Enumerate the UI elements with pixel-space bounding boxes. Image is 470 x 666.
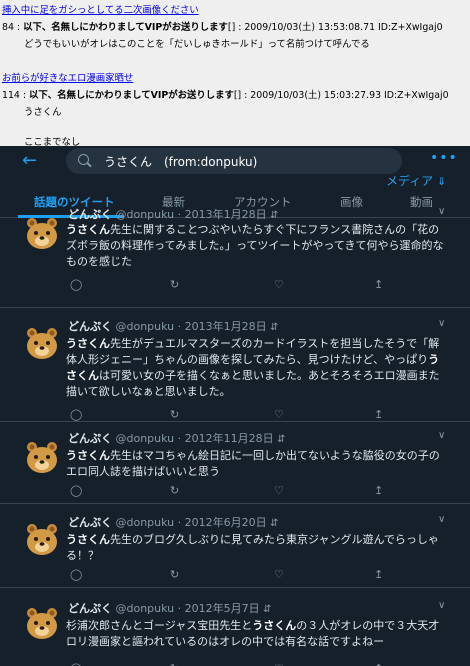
retweet-indicator-icon: ⇵ [263, 604, 272, 615]
author-handle[interactable]: @donpuku [116, 602, 175, 615]
reply-icon[interactable]: ◯ [70, 408, 82, 421]
share-icon[interactable]: ↥ [374, 484, 383, 497]
like-icon[interactable]: ♡ [274, 408, 284, 421]
reply-icon[interactable]: ◯ [70, 278, 82, 291]
author-handle[interactable]: @donpuku [116, 208, 175, 221]
tweet-actions: ◯ ↻ ♡ ↥ [0, 662, 470, 666]
post-number[interactable]: 84 [2, 22, 14, 33]
tab-videos[interactable]: 動画 [410, 194, 433, 210]
author-name[interactable]: どんぷく [68, 602, 112, 615]
tweet[interactable]: どんぷく @donpuku · 2012年6月20日 ⇵ ∨ うさくん先生のブログ久… [0, 504, 470, 588]
post-body-line: うさくん [24, 107, 62, 118]
bear-avatar-icon[interactable] [24, 440, 60, 476]
retweet-indicator-icon: ⇵ [277, 434, 286, 445]
back-arrow-icon[interactable]: ← [22, 150, 37, 171]
post-name: 以下、名無しにかわりましてVIPがお送りします [29, 90, 234, 101]
author-name[interactable]: どんぷく [68, 516, 112, 529]
tweet-text: うさくん先生に関することつぶやいたらすぐ下にフランス書院さんの「花のズボラ飯の料… [66, 223, 444, 268]
post-body-blank [0, 118, 470, 128]
tweet[interactable]: どんぷく @donpuku · 2012年11月28日 ⇵ ∨ うさくん先生はマコち… [0, 422, 470, 504]
retweet-icon[interactable]: ↻ [170, 568, 179, 581]
author-handle[interactable]: @donpuku [116, 516, 175, 529]
post-meta: [] : 2009/10/03(土) 13:53:08.71 ID:Z+XwIg… [227, 22, 443, 33]
bear-avatar-icon[interactable] [24, 522, 60, 558]
tweet-actions: ◯ ↻ ♡ ↥ [0, 408, 470, 422]
author-name[interactable]: どんぷく [68, 320, 112, 333]
tweet-header: どんぷく @donpuku · 2012年6月20日 ⇵ [68, 514, 279, 530]
post-header: 114 : 以下、名無しにかわりましてVIPがお送りします[] : 2009/1… [0, 87, 470, 101]
tweet-date[interactable]: · 2012年11月28日 [178, 432, 274, 445]
media-label: メディア [386, 174, 434, 188]
tweet-text: 杉浦次郎さんとゴージャス宝田先生とうさくんの３人がオレの中で３大天才ロリ漫画家と… [66, 619, 440, 648]
post-body-line: どうでもいいがオレはこのことを「だいしゅきホールド」って名前つけて呼んでる [24, 39, 370, 50]
retweet-indicator-icon: ⇵ [270, 518, 279, 529]
author-name[interactable]: どんぷく [68, 432, 112, 445]
like-icon[interactable]: ♡ [274, 278, 284, 291]
post-header: 84 : 以下、名無しにかわりましてVIPがお送りします[] : 2009/10… [0, 19, 470, 33]
bear-avatar-icon[interactable] [24, 326, 60, 362]
author-handle[interactable]: @donpuku [116, 432, 175, 445]
bear-avatar-icon[interactable] [24, 606, 60, 642]
post-meta: [] : 2009/10/03(土) 15:03:27.93 ID:Z+XwIg… [233, 90, 449, 101]
tweet-date[interactable]: · 2013年1月28日 [178, 320, 267, 333]
chevron-down-icon[interactable]: ∨ [438, 430, 445, 441]
retweet-icon[interactable]: ↻ [170, 484, 179, 497]
post-name: 以下、名無しにかわりましてVIPがお送りします [23, 22, 228, 33]
share-icon[interactable]: ↥ [374, 568, 383, 581]
thread-link-mid[interactable]: お前らが好きなエロ漫画家晒せ [0, 70, 470, 84]
forum-thread: 挿入中に足をガシっとしてる二次画像ください 84 : 以下、名無しにかわりまして… [0, 0, 470, 146]
chevron-down-icon[interactable]: ∨ [438, 600, 445, 611]
download-arrow-icon: ⇓ [437, 175, 447, 188]
tweet[interactable]: どんぷく @donpuku · 2012年5月7日 ⇵ ∨ 杉浦次郎さんとゴージャス… [0, 588, 470, 666]
author-handle[interactable]: @donpuku [116, 320, 175, 333]
tweet-date[interactable]: · 2013年1月28日 [178, 208, 267, 221]
search-icon [78, 154, 89, 165]
tweet-actions: ◯ ↻ ♡ ↥ [0, 278, 470, 292]
tweet-text: うさくん先生がデュエルマスターズのカードイラストを担当したそうで「解体人形ジェニ… [66, 337, 440, 398]
tweet-header: どんぷく @donpuku · 2013年1月28日 ⇵ [68, 318, 279, 334]
retweet-icon[interactable]: ↻ [170, 278, 179, 291]
reply-icon[interactable]: ◯ [70, 484, 82, 497]
share-icon[interactable]: ↥ [374, 662, 383, 666]
like-icon[interactable]: ♡ [274, 662, 284, 666]
tweet-actions: ◯ ↻ ♡ ↥ [0, 484, 470, 498]
thread-link-top[interactable]: 挿入中に足をガシっとしてる二次画像ください [0, 2, 470, 16]
tweet[interactable]: どんぷく @donpuku · 2013年1月28日 ⇵ ∨ うさくん先生がデュエル… [0, 308, 470, 422]
tweet-date[interactable]: · 2012年5月7日 [178, 602, 260, 615]
post-sep: : [19, 90, 30, 101]
tweet-header: どんぷく @donpuku · 2012年5月7日 ⇵ [68, 600, 272, 616]
media-filter[interactable]: メディア ⇓ [386, 172, 446, 189]
post-body-line: ここまでなし [24, 137, 81, 146]
like-icon[interactable]: ♡ [274, 568, 284, 581]
retweet-icon[interactable]: ↻ [170, 662, 179, 666]
author-name[interactable]: どんぷく [68, 208, 112, 221]
tweet-text: うさくん先生はマコちゃん絵日記に一回しか出てないような脇役の女の子のエロ同人誌を… [66, 449, 440, 478]
chevron-down-icon[interactable]: ∨ [438, 514, 445, 525]
tweet-header: どんぷく @donpuku · 2013年1月28日 ⇵ [68, 206, 279, 222]
tab-photos[interactable]: 画像 [340, 194, 363, 210]
search-bar[interactable]: うさくん (from:donpuku) [66, 148, 402, 174]
reply-icon[interactable]: ◯ [70, 568, 82, 581]
twitter-app: ← うさくん (from:donpuku) ••• メディア ⇓ 話題のツイート… [0, 146, 470, 666]
share-icon[interactable]: ↥ [374, 278, 383, 291]
reply-icon[interactable]: ◯ [70, 662, 82, 666]
search-query[interactable]: うさくん (from:donpuku) [104, 153, 257, 170]
chevron-down-icon[interactable]: ∨ [438, 206, 445, 217]
retweet-indicator-icon: ⇵ [270, 322, 279, 333]
post-number[interactable]: 114 [2, 90, 20, 101]
more-options-icon[interactable]: ••• [430, 150, 458, 166]
bear-avatar-icon[interactable] [24, 216, 60, 252]
tweet-actions: ◯ ↻ ♡ ↥ [0, 568, 470, 582]
tweet-header: どんぷく @donpuku · 2012年11月28日 ⇵ [68, 430, 286, 446]
retweet-indicator-icon: ⇵ [270, 210, 279, 221]
tweet[interactable]: どんぷく @donpuku · 2013年1月28日 ⇵ ∨ うさくん先生に関するこ… [0, 206, 470, 308]
chevron-down-icon[interactable]: ∨ [438, 318, 445, 329]
share-icon[interactable]: ↥ [374, 408, 383, 421]
tweet-text: うさくん先生のブログ久しぶりに見てみたら東京ジャングル遊んでらっしゃる！？ [66, 533, 439, 562]
tweet-date[interactable]: · 2012年6月20日 [178, 516, 267, 529]
post-sep: : [13, 22, 24, 33]
retweet-icon[interactable]: ↻ [170, 408, 179, 421]
like-icon[interactable]: ♡ [274, 484, 284, 497]
